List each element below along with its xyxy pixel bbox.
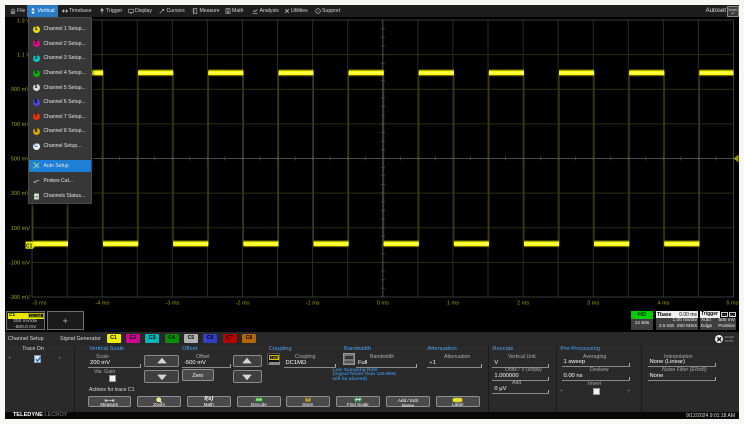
- svg-text:-3 ms: -3 ms: [165, 301, 179, 307]
- svg-text:-300 mV: -300 mV: [9, 295, 30, 301]
- svg-text:4 ms: 4 ms: [657, 301, 669, 307]
- svg-text:-5 ms: -5 ms: [33, 301, 47, 307]
- svg-text:3 ms: 3 ms: [587, 301, 599, 307]
- svg-text:1 ms: 1 ms: [447, 301, 459, 307]
- svg-text:5 ms: 5 ms: [726, 301, 738, 307]
- svg-text:0 ms: 0 ms: [377, 301, 389, 307]
- svg-text:-2 ms: -2 ms: [236, 301, 250, 307]
- svg-text:-100 mV: -100 mV: [9, 260, 30, 266]
- svg-text:100 mV: 100 mV: [11, 226, 31, 232]
- svg-text:C1: C1: [26, 243, 33, 249]
- svg-text:2 ms: 2 ms: [517, 301, 529, 307]
- svg-text:-4 ms: -4 ms: [95, 301, 109, 307]
- svg-text:-1 ms: -1 ms: [306, 301, 320, 307]
